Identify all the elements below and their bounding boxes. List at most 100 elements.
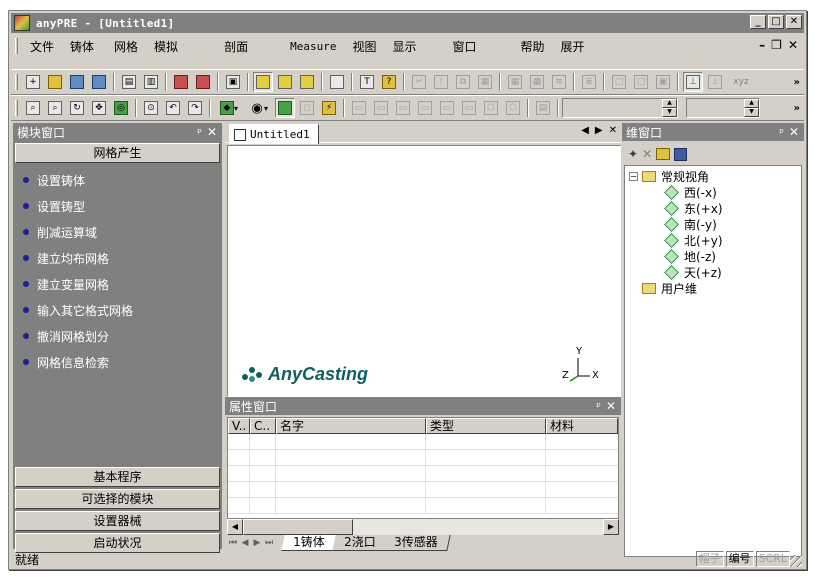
column-header-material[interactable]: 材料	[546, 418, 618, 434]
value-spinner-2[interactable]: ▲ ▼	[686, 98, 760, 118]
frame-3-icon[interactable]: ▣	[653, 72, 673, 92]
target-icon[interactable]: ◎	[111, 98, 131, 118]
table-icon[interactable]: ▦	[505, 72, 525, 92]
eye-icon[interactable]: ◉ ▾	[245, 98, 273, 118]
table-2-icon[interactable]: ▦	[527, 72, 547, 92]
tree-node-user-views[interactable]: 用户维	[642, 280, 697, 296]
menu-grip[interactable]	[15, 38, 18, 54]
3d-viewport[interactable]: AnyCasting Y X Z	[227, 145, 621, 397]
module-item-set-casting[interactable]: 设置铸体	[23, 167, 133, 193]
close-icon[interactable]: ✕	[789, 125, 799, 139]
left-icon[interactable]: ▭	[393, 98, 413, 118]
tree-node-ground[interactable]: 地(-z)	[664, 248, 716, 264]
column-header-name[interactable]: 名字	[276, 418, 426, 434]
frame-icon[interactable]: ▢	[609, 72, 629, 92]
module-item-mesh-info[interactable]: 网格信息检索	[23, 349, 133, 375]
module-window-header[interactable]: 模块窗口 ᵖ ✕	[13, 123, 222, 141]
sheet-prev-icon[interactable]: ◀	[239, 538, 251, 548]
shape-icon[interactable]: ◆ ▾	[215, 98, 243, 118]
copy-icon[interactable]: ⧉	[453, 72, 473, 92]
toolbar-overflow-icon[interactable]: »	[794, 77, 800, 88]
layout-1-icon[interactable]	[253, 72, 273, 92]
maximize-button[interactable]: □	[768, 15, 784, 29]
tree-node-west[interactable]: 西(-x)	[664, 184, 717, 200]
tree-node-south[interactable]: 南(-y)	[664, 216, 717, 232]
toolbar-overflow-icon-2[interactable]: »	[794, 103, 800, 114]
menu-simulate[interactable]: 模拟	[146, 38, 186, 55]
screen-icon[interactable]: ▤	[533, 98, 553, 118]
column-header-color[interactable]: C..	[250, 418, 276, 434]
view-tree[interactable]: − 常规视角 西(-x) 东(+x) 南(-y) 北(+y) 地(-z) 天(+…	[624, 165, 802, 557]
table-row[interactable]	[228, 466, 618, 482]
save-view-icon[interactable]	[674, 147, 688, 161]
title-bar[interactable]: anyPRE - [Untitled1] _ □ ✕	[11, 13, 804, 33]
pin-icon[interactable]: ᵖ	[596, 400, 601, 413]
mdi-minimize-button[interactable]: –	[759, 38, 765, 52]
open-icon[interactable]	[45, 72, 65, 92]
right-icon[interactable]: ▭	[415, 98, 435, 118]
layout-2-icon[interactable]	[275, 72, 295, 92]
zoom-window-icon[interactable]: ⌕	[23, 98, 43, 118]
close-icon[interactable]: ✕	[207, 125, 217, 139]
table-row[interactable]	[228, 498, 618, 514]
sheet-next-icon[interactable]: ▶	[251, 538, 263, 548]
tree-node-standard-views[interactable]: − 常规视角	[629, 168, 709, 184]
menu-mesh[interactable]: 网格	[106, 38, 146, 55]
cut-icon[interactable]: ✂	[409, 72, 429, 92]
layout-3-icon[interactable]	[297, 72, 317, 92]
module-item-reduce-domain[interactable]: 削减运算域	[23, 219, 133, 245]
orbit-icon[interactable]: ⊙	[141, 98, 161, 118]
text-icon[interactable]: T	[357, 72, 377, 92]
rotate-icon[interactable]: ↻	[67, 98, 87, 118]
tab-prev-icon[interactable]: ◀	[581, 125, 589, 136]
pin-icon[interactable]: ᵖ	[197, 126, 202, 139]
group-mesh-generation[interactable]: 网格产生	[15, 143, 220, 163]
redo-view-icon[interactable]: ↷	[185, 98, 205, 118]
menu-help[interactable]: 帮助	[512, 38, 552, 55]
menu-section[interactable]: 剖面	[216, 38, 256, 55]
document-tab[interactable]: Untitled1	[229, 124, 319, 144]
mdi-restore-button[interactable]: ❐	[771, 38, 782, 52]
module-item-variable-mesh[interactable]: 建立变量网格	[23, 271, 133, 297]
save-icon[interactable]	[67, 72, 87, 92]
grid-icon[interactable]: ⁞	[431, 72, 451, 92]
module-item-import-mesh[interactable]: 输入其它格式网格	[23, 297, 133, 323]
menu-window[interactable]: 窗口	[444, 38, 484, 55]
group-optional-modules[interactable]: 可选择的模块	[15, 489, 220, 509]
table-row[interactable]	[228, 450, 618, 466]
group-equipment-setup[interactable]: 设置器械	[15, 511, 220, 531]
tree-node-sky[interactable]: 天(+z)	[664, 264, 722, 280]
pan-icon[interactable]: ✥	[89, 98, 109, 118]
layout-4-icon[interactable]	[327, 72, 347, 92]
perspective-icon[interactable]: ⬡	[503, 98, 523, 118]
properties-table[interactable]: V.. C.. 名字 类型 材料	[227, 417, 619, 519]
lightning-icon[interactable]: ⚡	[319, 98, 339, 118]
tab-close-icon[interactable]: ✕	[609, 125, 617, 136]
minimize-button[interactable]: _	[750, 15, 766, 29]
menu-file[interactable]: 文件	[22, 38, 62, 55]
sheet-last-icon[interactable]: ⏭	[263, 538, 275, 548]
solid-icon[interactable]	[275, 98, 295, 118]
sheet-first-icon[interactable]: ⏮	[227, 538, 239, 548]
iso-icon[interactable]: ⬡	[481, 98, 501, 118]
horizontal-scrollbar[interactable]: ◀ ▶	[227, 519, 619, 535]
pin-icon[interactable]: ᵖ	[779, 126, 784, 139]
properties-window-header[interactable]: 属性窗口 ᵖ ✕	[225, 397, 621, 415]
wireframe-icon[interactable]: ◻	[297, 98, 317, 118]
export-icon[interactable]	[193, 72, 213, 92]
help-icon[interactable]: ?	[379, 72, 399, 92]
xyz-icon[interactable]: xyz	[727, 72, 755, 92]
axis-2-icon[interactable]: ⟂	[705, 72, 725, 92]
back-icon[interactable]: ▭	[371, 98, 391, 118]
open-view-icon[interactable]	[656, 148, 671, 160]
new-icon[interactable]: +	[23, 72, 43, 92]
column-header-type[interactable]: 类型	[426, 418, 546, 434]
module-item-undo-mesh[interactable]: 撤消网格划分	[23, 323, 133, 349]
stack-icon[interactable]: ≡	[549, 72, 569, 92]
undo-view-icon[interactable]: ↶	[163, 98, 183, 118]
bottom-icon[interactable]: ▭	[459, 98, 479, 118]
value-spinner-1[interactable]: ▲ ▼	[562, 98, 678, 118]
paste-icon[interactable]: ▣	[223, 72, 243, 92]
table-row[interactable]	[228, 434, 618, 450]
menu-expand[interactable]: 展开	[553, 38, 593, 55]
